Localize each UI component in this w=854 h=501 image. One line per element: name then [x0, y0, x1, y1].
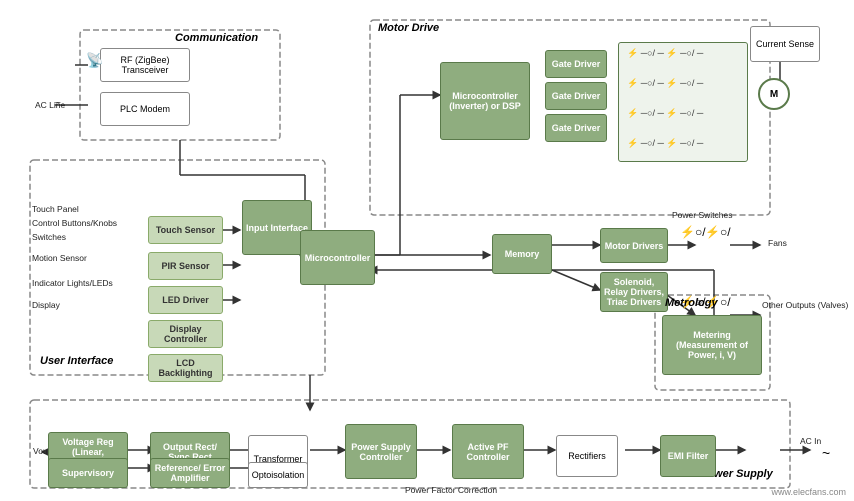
- led-driver-box: LED Driver: [148, 286, 223, 314]
- touch-sensor-box: Touch Sensor: [148, 216, 223, 244]
- other-outputs-label: Other Outputs (Valves): [762, 300, 848, 310]
- metering-box: Metering (Measurement of Power, i, V): [662, 315, 762, 375]
- memory-box: Memory: [492, 234, 552, 274]
- fans-label: Fans: [768, 238, 787, 248]
- active-pf-controller-box: Active PF Controller: [452, 424, 524, 479]
- metrology-label: Metrology: [665, 297, 718, 309]
- display-controller-box: Display Controller: [148, 320, 223, 348]
- optoisolation-box: Optoisolation: [248, 462, 308, 488]
- indicator-lights-label: Indicator Lights/LEDs: [32, 278, 113, 288]
- switch-row3: ⚡ ─○/ ─ ⚡ ─○/ ─: [627, 108, 703, 119]
- control-buttons-label: Control Buttons/Knobs: [32, 218, 117, 228]
- motor-microcontroller-box: Microcontroller (Inverter) or DSP: [440, 62, 530, 140]
- lcd-backlighting-box: LCD Backlighting: [148, 354, 223, 382]
- pfc-label: Power Factor Correction: [405, 485, 497, 495]
- switch-row1: ⚡ ─○/ ─ ⚡ ─○/ ─: [627, 48, 703, 59]
- supervisory-box: Supervisory: [48, 458, 128, 488]
- motor-drivers-box: Motor Drivers: [600, 228, 668, 263]
- main-microcontroller-box: Microcontroller: [300, 230, 375, 285]
- ac-line-symbol: ~: [55, 98, 61, 109]
- gate-driver-3-box: Gate Driver: [545, 114, 607, 142]
- emi-filter-box: EMI Filter: [660, 435, 716, 477]
- power-supply-controller-box: Power Supply Controller: [345, 424, 417, 479]
- antenna-icon: 📡: [86, 52, 103, 69]
- ac-in-symbol: ~: [822, 445, 830, 461]
- rectifiers-box: Rectifiers: [556, 435, 618, 477]
- current-sense-box: Current Sense: [750, 26, 820, 62]
- display-label-left: Display: [32, 300, 60, 310]
- communication-label: Communication: [175, 32, 258, 44]
- rf-transceiver-box: RF (ZigBee) Transceiver: [100, 48, 190, 82]
- touch-panel-label: Touch Panel: [32, 204, 79, 214]
- gate-driver-1-box: Gate Driver: [545, 50, 607, 78]
- motor-symbol: M: [758, 78, 790, 110]
- main-diagram: Communication RF (ZigBee) Transceiver 📡 …: [0, 0, 854, 501]
- user-interface-label: User Interface: [40, 355, 113, 367]
- motion-sensor-label: Motion Sensor: [32, 253, 87, 263]
- ac-in-label: AC In: [800, 436, 821, 446]
- power-switch-symbol-1: ⚡○/: [680, 225, 706, 239]
- switch-matrix: ⚡ ─○/ ─ ⚡ ─○/ ─ ⚡ ─○/ ─ ⚡ ─○/ ─ ⚡ ─○/ ─ …: [618, 42, 748, 162]
- switches-label: Switches: [32, 232, 66, 242]
- gate-driver-2-box: Gate Driver: [545, 82, 607, 110]
- pir-sensor-box: PIR Sensor: [148, 252, 223, 280]
- motor-drive-label: Motor Drive: [378, 22, 439, 34]
- power-switch-symbol-2: ⚡○/: [705, 225, 731, 239]
- switch-row2: ⚡ ─○/ ─ ⚡ ─○/ ─: [627, 78, 703, 89]
- power-switches-label: Power Switches: [672, 210, 732, 220]
- switch-row4: ⚡ ─○/ ─ ⚡ ─○/ ─: [627, 138, 703, 149]
- reference-error-box: Reference/ Error Amplifier: [150, 458, 230, 488]
- plc-modem-box: PLC Modem: [100, 92, 190, 126]
- watermark: www.elecfans.com: [771, 487, 846, 497]
- solenoid-box: Solenoid, Relay Drivers, Triac Drivers: [600, 272, 668, 312]
